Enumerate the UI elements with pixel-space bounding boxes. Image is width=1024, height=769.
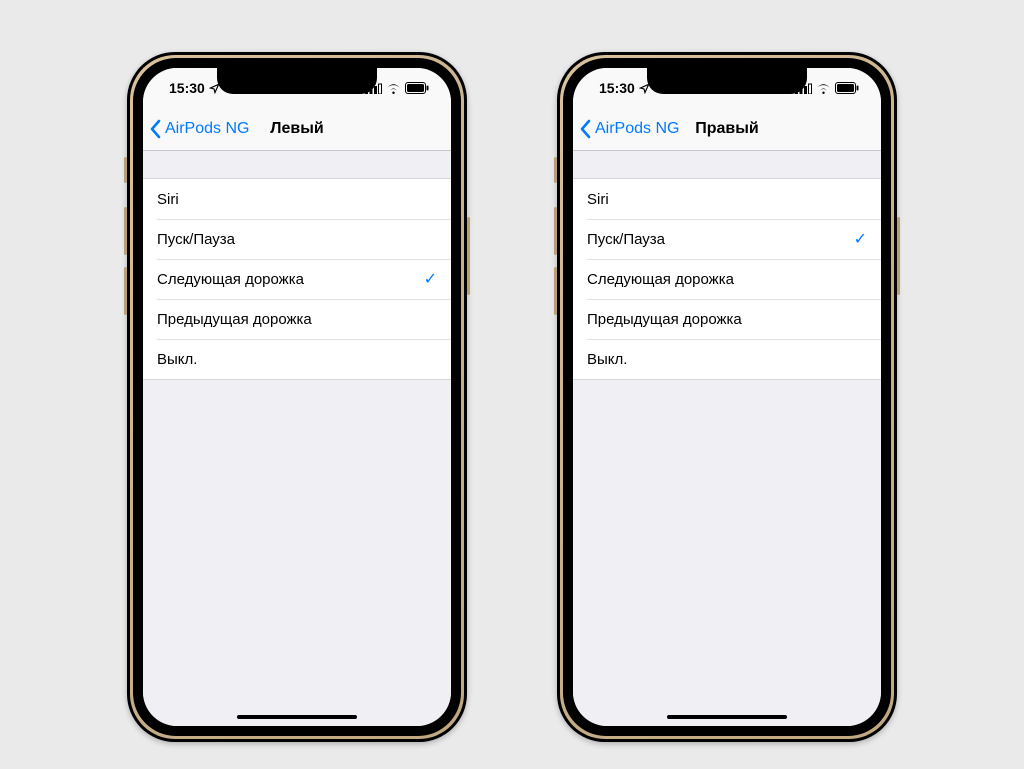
screen: 15:30 AirPods NG Правый <box>573 68 881 726</box>
option-label: Предыдущая дорожка <box>157 311 312 328</box>
options-list: Siri Пуск/Пауза ✓ Следующая дорожка Пред… <box>573 179 881 380</box>
wifi-icon <box>386 83 401 94</box>
wifi-icon <box>816 83 831 94</box>
notch <box>217 68 377 94</box>
section-spacer <box>573 150 881 179</box>
content: Siri Пуск/Пауза Следующая дорожка ✓ Пред… <box>143 150 451 726</box>
screen: 15:30 AirPods NG Левый <box>143 68 451 726</box>
volume-down-button <box>554 267 557 315</box>
volume-up-button <box>124 207 127 255</box>
list-item[interactable]: Предыдущая дорожка <box>573 299 881 339</box>
back-label: AirPods NG <box>595 120 679 138</box>
back-button[interactable]: AirPods NG <box>573 119 679 139</box>
option-label: Пуск/Пауза <box>157 231 235 248</box>
list-item[interactable]: Выкл. <box>573 339 881 380</box>
section-spacer <box>143 150 451 179</box>
list-item[interactable]: Следующая дорожка ✓ <box>143 259 451 299</box>
option-label: Выкл. <box>587 351 627 368</box>
status-left: 15:30 <box>163 80 220 96</box>
power-button <box>897 217 900 295</box>
chevron-left-icon <box>149 119 163 139</box>
back-label: AirPods NG <box>165 120 249 138</box>
list-item[interactable]: Siri <box>573 179 881 219</box>
list-item[interactable]: Следующая дорожка <box>573 259 881 299</box>
notch <box>647 68 807 94</box>
mute-switch <box>124 157 127 183</box>
battery-icon <box>835 82 859 94</box>
home-indicator[interactable] <box>667 715 787 719</box>
power-button <box>467 217 470 295</box>
list-item[interactable]: Пуск/Пауза <box>143 219 451 259</box>
list-item[interactable]: Выкл. <box>143 339 451 380</box>
checkmark-icon: ✓ <box>854 229 867 249</box>
volume-down-button <box>124 267 127 315</box>
battery-icon <box>405 82 429 94</box>
list-item[interactable]: Siri <box>143 179 451 219</box>
list-item[interactable]: Пуск/Пауза ✓ <box>573 219 881 259</box>
option-label: Следующая дорожка <box>587 271 734 288</box>
home-indicator[interactable] <box>237 715 357 719</box>
option-label: Siri <box>157 191 179 208</box>
option-label: Следующая дорожка <box>157 271 304 288</box>
list-item[interactable]: Предыдущая дорожка <box>143 299 451 339</box>
option-label: Предыдущая дорожка <box>587 311 742 328</box>
status-time: 15:30 <box>169 80 205 96</box>
checkmark-icon: ✓ <box>424 269 437 289</box>
status-left: 15:30 <box>593 80 650 96</box>
stage: 15:30 AirPods NG Левый <box>0 0 1024 769</box>
phone-left: 15:30 AirPods NG Левый <box>127 52 467 742</box>
status-time: 15:30 <box>599 80 635 96</box>
phone-right: 15:30 AirPods NG Правый <box>557 52 897 742</box>
nav-bar: AirPods NG Правый <box>573 108 881 151</box>
volume-up-button <box>554 207 557 255</box>
options-list: Siri Пуск/Пауза Следующая дорожка ✓ Пред… <box>143 179 451 380</box>
option-label: Siri <box>587 191 609 208</box>
back-button[interactable]: AirPods NG <box>143 119 249 139</box>
option-label: Выкл. <box>157 351 197 368</box>
nav-bar: AirPods NG Левый <box>143 108 451 151</box>
mute-switch <box>554 157 557 183</box>
option-label: Пуск/Пауза <box>587 231 665 248</box>
chevron-left-icon <box>579 119 593 139</box>
content: Siri Пуск/Пауза ✓ Следующая дорожка Пред… <box>573 150 881 726</box>
